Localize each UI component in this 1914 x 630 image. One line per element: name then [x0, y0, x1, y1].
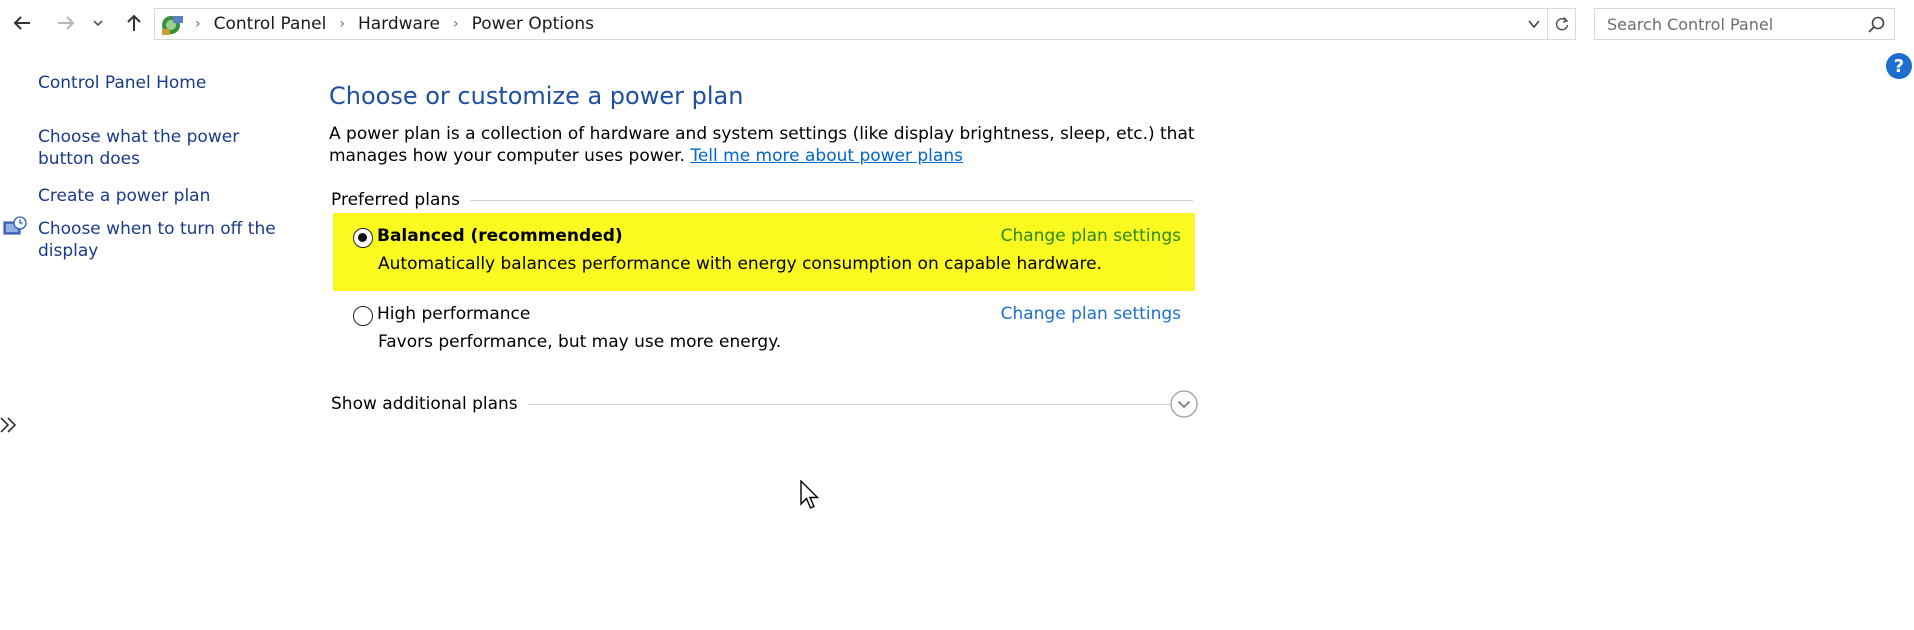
sidebar-item-control-panel-home[interactable]: Control Panel Home [38, 72, 298, 94]
sidebar-item-power-button[interactable]: Choose what the power button does [38, 126, 298, 170]
display-clock-icon [3, 216, 27, 235]
back-arrow-icon [13, 16, 30, 30]
back-button[interactable] [8, 9, 36, 37]
power-plans-help-link[interactable]: Tell me more about power plans [690, 146, 963, 166]
sidebar-item-turn-off-display[interactable]: Choose when to turn off the display [38, 218, 298, 262]
intro-paragraph: A power plan is a collection of hardware… [329, 123, 1209, 167]
sidebar-item-create-power-plan[interactable]: Create a power plan [38, 185, 298, 207]
additional-plans-header[interactable]: Show additional plans [331, 394, 1171, 414]
divider [470, 199, 1193, 201]
preferred-plans-header: Preferred plans [331, 190, 1193, 210]
radio-balanced[interactable] [353, 228, 373, 248]
forward-button[interactable] [52, 9, 80, 37]
chevron-down-circle-icon[interactable] [1169, 389, 1199, 419]
chevron-down-icon [1528, 20, 1540, 29]
forward-arrow-icon [58, 16, 75, 30]
chevron-down-icon [93, 20, 103, 27]
search-icon[interactable] [1866, 15, 1886, 35]
help-button[interactable]: ? [1886, 53, 1912, 79]
radio-high-performance[interactable] [353, 306, 373, 326]
additional-plans-label[interactable]: Show additional plans [331, 394, 518, 414]
up-arrow-icon [127, 14, 141, 31]
plan-name[interactable]: High performance [377, 304, 530, 324]
plan-description: Favors performance, but may use more ene… [378, 332, 782, 352]
address-dropdown-button[interactable] [1523, 9, 1545, 39]
refresh-button[interactable] [1547, 9, 1575, 39]
control-panel-icon [162, 16, 183, 35]
divider [527, 403, 1171, 405]
search-input[interactable] [1595, 9, 1855, 39]
breadcrumb-power-options[interactable]: Power Options [472, 14, 594, 34]
recent-locations-button[interactable] [88, 9, 108, 37]
navigation-bar: › Control Panel › Hardware › Power Optio… [0, 0, 1914, 48]
chevron-right-icon: › [339, 16, 345, 32]
up-button[interactable] [120, 9, 148, 37]
page-title: Choose or customize a power plan [329, 82, 744, 110]
chevron-right-icon: › [453, 16, 459, 32]
breadcrumb-control-panel[interactable]: Control Panel [214, 14, 327, 34]
change-plan-settings-link[interactable]: Change plan settings [1001, 226, 1181, 246]
preferred-plans-label: Preferred plans [331, 190, 460, 210]
breadcrumb-hardware[interactable]: Hardware [358, 14, 440, 34]
plan-high-performance: High performance Favors performance, but… [333, 291, 1195, 369]
breadcrumb: › Control Panel › Hardware › Power Optio… [195, 9, 594, 39]
plan-description: Automatically balances performance with … [378, 254, 1102, 274]
change-plan-settings-link[interactable]: Change plan settings [1001, 304, 1181, 324]
plan-balanced: Balanced (recommended) Automatically bal… [333, 213, 1195, 291]
mouse-cursor-icon [800, 480, 820, 509]
double-chevron-right-icon[interactable] [0, 412, 20, 438]
chevron-right-icon: › [195, 16, 201, 32]
refresh-icon [1555, 17, 1568, 31]
address-bar[interactable]: › Control Panel › Hardware › Power Optio… [154, 8, 1576, 40]
search-box [1594, 8, 1895, 40]
plan-name[interactable]: Balanced (recommended) [377, 226, 623, 246]
